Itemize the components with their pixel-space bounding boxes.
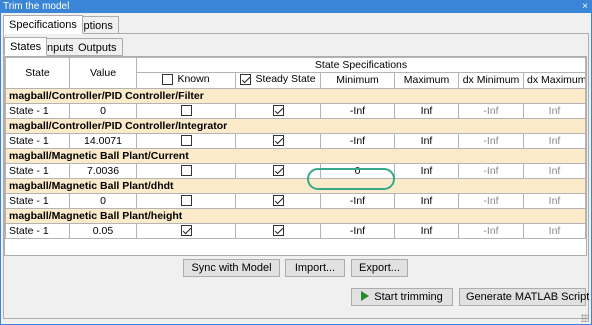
known-checkbox[interactable] [180, 195, 192, 207]
dx-maximum-cell[interactable]: Inf [522, 162, 587, 179]
known-cell [136, 162, 236, 179]
dx-minimum-cell[interactable]: -Inf [458, 192, 524, 209]
state-cell: State - 1 [5, 192, 70, 209]
col-header-value: Value [69, 57, 137, 89]
tab-outputs-label: Outputs [78, 42, 117, 54]
col-header-dx-minimum: dx Minimum [458, 72, 524, 89]
col-header-steady-state[interactable]: Steady State [235, 72, 321, 89]
known-cell [136, 102, 236, 119]
known-checkbox[interactable] [180, 165, 192, 177]
col-header-known-label: Known [177, 73, 210, 85]
state-spec-table: State Value State Specifications Known S… [4, 57, 587, 239]
tab-outputs[interactable]: Outputs [73, 38, 123, 56]
table-row: State - 1 7.0036 0 Inf -Inf Inf [5, 162, 587, 179]
steady-cell [235, 132, 321, 149]
tab-states-label: States [10, 41, 42, 53]
state-cell: State - 1 [5, 132, 70, 149]
col-header-steady-state-label: Steady State [255, 73, 316, 85]
minimum-cell[interactable]: -Inf [320, 132, 395, 149]
steady-state-checkbox[interactable] [272, 195, 284, 207]
steady-cell [235, 192, 321, 209]
table-row: State - 1 14.0071 -Inf Inf -Inf Inf [5, 132, 587, 149]
block-group-row: magball/Magnetic Ball Plant/Current [4, 147, 587, 164]
steady-cell [235, 222, 321, 239]
maximum-cell[interactable]: Inf [394, 132, 459, 149]
table-row: State - 1 0 -Inf Inf -Inf Inf [5, 102, 587, 119]
minimum-cell[interactable]: -Inf [320, 222, 395, 239]
block-group-row: magball/Magnetic Ball Plant/height [4, 207, 587, 224]
dx-maximum-cell[interactable]: Inf [522, 102, 587, 119]
block-group-row: magball/Magnetic Ball Plant/dhdt [4, 177, 587, 194]
minimum-cell[interactable]: 0 [320, 162, 395, 179]
known-cell [136, 222, 236, 239]
close-icon[interactable]: × [582, 0, 588, 13]
maximum-cell[interactable]: Inf [394, 192, 459, 209]
start-trimming-label: Start trimming [374, 291, 443, 303]
tab-inputs-label: Inputs [44, 42, 74, 54]
dx-minimum-cell[interactable]: -Inf [458, 222, 524, 239]
state-cell: State - 1 [5, 162, 70, 179]
value-cell[interactable]: 0 [69, 192, 137, 209]
steady-cell [235, 102, 321, 119]
block-group-row: magball/Controller/PID Controller/Integr… [4, 117, 587, 134]
steady-state-checkbox[interactable] [272, 165, 284, 177]
maximum-cell[interactable]: Inf [394, 162, 459, 179]
maximum-cell[interactable]: Inf [394, 222, 459, 239]
table-row: State - 1 0 -Inf Inf -Inf Inf [5, 192, 587, 209]
start-trimming-button[interactable]: Start trimming [351, 288, 453, 306]
value-cell[interactable]: 0 [69, 102, 137, 119]
import-button[interactable]: Import... [285, 259, 345, 277]
tab-states[interactable]: States [4, 37, 48, 56]
generate-matlab-script-button[interactable]: Generate MATLAB Script [459, 288, 589, 306]
minimum-cell[interactable]: -Inf [320, 192, 395, 209]
block-group-row: magball/Controller/PID Controller/Filter [4, 87, 587, 104]
window-titlebar: Trim the model × [0, 0, 592, 13]
steady-state-checkbox[interactable] [272, 105, 284, 117]
col-header-state-specifications: State Specifications [135, 57, 587, 73]
resize-grip-icon[interactable] [581, 314, 589, 322]
col-header-minimum: Minimum [320, 72, 395, 89]
dx-minimum-cell[interactable]: -Inf [458, 162, 524, 179]
table-row: State - 1 0.05 -Inf Inf -Inf Inf [5, 222, 587, 239]
known-checkbox[interactable] [180, 135, 192, 147]
dx-maximum-cell[interactable]: Inf [522, 222, 587, 239]
dx-maximum-cell[interactable]: Inf [522, 192, 587, 209]
dx-minimum-cell[interactable]: -Inf [458, 102, 524, 119]
value-cell[interactable]: 14.0071 [69, 132, 137, 149]
known-checkbox[interactable] [180, 105, 192, 117]
col-header-known[interactable]: Known [136, 72, 236, 89]
steady-cell [235, 162, 321, 179]
maximum-cell[interactable]: Inf [394, 102, 459, 119]
col-header-dx-maximum: dx Maximum [522, 72, 587, 89]
state-cell: State - 1 [5, 102, 70, 119]
dx-maximum-cell[interactable]: Inf [522, 132, 587, 149]
tab-specifications[interactable]: Specifications [3, 15, 83, 34]
col-header-maximum: Maximum [394, 72, 459, 89]
play-icon [361, 291, 370, 302]
known-cell [136, 192, 236, 209]
minimum-cell[interactable]: -Inf [320, 102, 395, 119]
known-checkbox[interactable] [180, 225, 192, 237]
value-cell[interactable]: 7.0036 [69, 162, 137, 179]
col-header-state: State [5, 57, 70, 89]
dx-minimum-cell[interactable]: -Inf [458, 132, 524, 149]
known-cell [136, 132, 236, 149]
state-cell: State - 1 [5, 222, 70, 239]
steady-state-all-checkbox[interactable] [240, 73, 252, 85]
steady-state-checkbox[interactable] [272, 225, 284, 237]
export-button[interactable]: Export... [351, 259, 408, 277]
steady-state-checkbox[interactable] [272, 135, 284, 147]
sync-with-model-button[interactable]: Sync with Model [183, 259, 280, 277]
window-title: Trim the model [3, 1, 70, 12]
known-all-checkbox[interactable] [162, 73, 174, 85]
value-cell[interactable]: 0.05 [69, 222, 137, 239]
tab-specifications-label: Specifications [9, 19, 77, 31]
